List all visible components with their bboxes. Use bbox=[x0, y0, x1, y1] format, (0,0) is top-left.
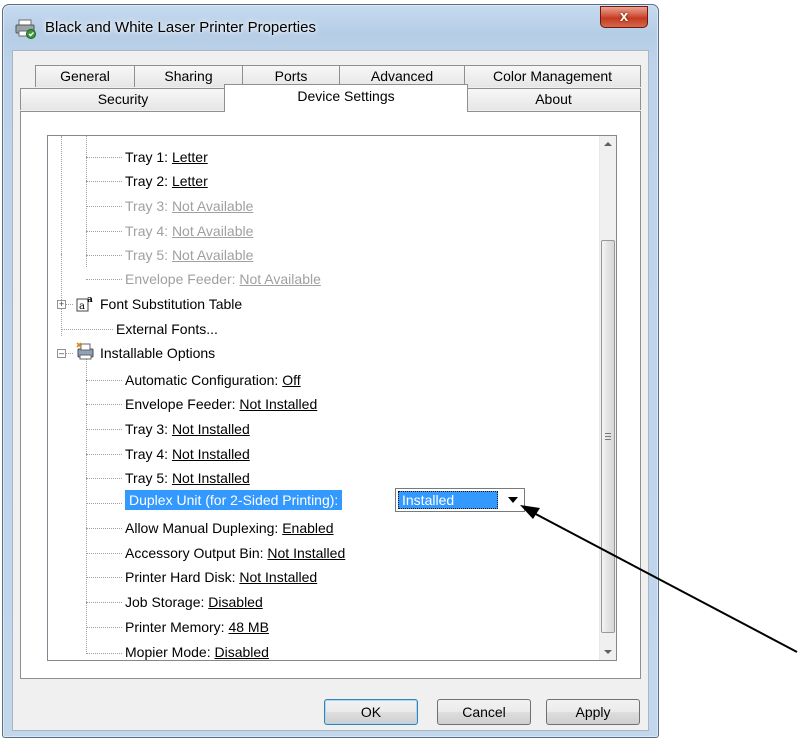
tree-item-external-fonts[interactable]: External Fonts... bbox=[116, 318, 218, 340]
tree-line bbox=[86, 279, 122, 280]
tree-line bbox=[86, 346, 87, 654]
tree-line bbox=[86, 627, 122, 628]
scroll-thumb[interactable] bbox=[601, 240, 615, 633]
option-tray4[interactable]: Tray 4: Not Installed bbox=[125, 443, 250, 465]
tree-line bbox=[86, 404, 122, 405]
grip-icon bbox=[605, 436, 611, 437]
ok-button[interactable]: OK bbox=[324, 699, 418, 725]
printer-icon bbox=[15, 19, 36, 39]
close-icon: x bbox=[619, 8, 629, 25]
dropdown-arrow-icon[interactable] bbox=[508, 497, 518, 503]
vertical-scrollbar[interactable] bbox=[599, 136, 616, 660]
collapse-icon[interactable]: – bbox=[57, 349, 66, 358]
tab-security[interactable]: Security bbox=[20, 88, 226, 110]
tab-general[interactable]: General bbox=[35, 65, 135, 87]
tree-item-installable-options[interactable]: Installable Options bbox=[100, 342, 215, 364]
tree-line bbox=[86, 553, 122, 554]
scroll-up-button[interactable] bbox=[600, 136, 616, 153]
svg-text:a: a bbox=[79, 301, 85, 312]
tree-line bbox=[61, 329, 113, 330]
tree-item-tray1[interactable]: Tray 1: Letter bbox=[125, 146, 208, 168]
option-allow-manual-duplexing[interactable]: Allow Manual Duplexing: Enabled bbox=[125, 517, 334, 539]
tree-line bbox=[86, 653, 122, 654]
tree-line bbox=[61, 136, 62, 254]
scroll-down-button[interactable] bbox=[600, 643, 616, 660]
tree-item-envelope-feeder: Envelope Feeder: Not Available bbox=[125, 271, 321, 287]
tree-line bbox=[86, 478, 122, 479]
option-job-storage[interactable]: Job Storage: Disabled bbox=[125, 591, 263, 613]
option-printer-memory[interactable]: Printer Memory: 48 MB bbox=[125, 616, 269, 638]
tree-line bbox=[86, 136, 87, 267]
option-tray5[interactable]: Tray 5: Not Installed bbox=[125, 467, 250, 489]
tree-line bbox=[86, 577, 122, 578]
tree-line bbox=[86, 181, 122, 182]
arrow-down-icon bbox=[604, 650, 612, 654]
tree-line bbox=[86, 454, 122, 455]
settings-tree[interactable]: Tray 1: Letter Tray 2: Letter Tray 3: No… bbox=[47, 135, 617, 661]
tree-line bbox=[86, 503, 122, 504]
font-table-icon: a a bbox=[76, 295, 93, 312]
option-duplex-unit[interactable]: Duplex Unit (for 2-Sided Printing): bbox=[125, 489, 343, 511]
tab-color-management[interactable]: Color Management bbox=[464, 65, 641, 87]
option-printer-hard-disk[interactable]: Printer Hard Disk: Not Installed bbox=[125, 566, 317, 588]
tab-device-settings[interactable]: Device Settings bbox=[224, 84, 468, 112]
option-mopier-mode[interactable]: Mopier Mode: Disabled bbox=[125, 641, 269, 660]
option-automatic-configuration[interactable]: Automatic Configuration: Off bbox=[125, 369, 301, 391]
tree-item-tray5: Tray 5: Not Available bbox=[125, 247, 254, 263]
tree-item-tray3: Tray 3: Not Available bbox=[125, 198, 254, 214]
tree-line bbox=[86, 602, 122, 603]
tree-line bbox=[86, 206, 122, 207]
tree-line bbox=[86, 380, 122, 381]
tray2-value[interactable]: Letter bbox=[172, 173, 208, 189]
duplex-unit-dropdown[interactable]: Installed bbox=[395, 488, 525, 512]
tree-line bbox=[86, 528, 122, 529]
grip-icon bbox=[605, 433, 611, 434]
device-settings-panel: Tray 1: Letter Tray 2: Letter Tray 3: No… bbox=[20, 111, 641, 679]
tree-item-font-substitution[interactable]: Font Substitution Table bbox=[100, 293, 242, 315]
tab-about[interactable]: About bbox=[466, 88, 641, 110]
cancel-button[interactable]: Cancel bbox=[437, 699, 531, 725]
tray1-value[interactable]: Letter bbox=[172, 149, 208, 165]
installable-options-icon bbox=[76, 342, 94, 360]
close-button[interactable]: x bbox=[600, 6, 648, 28]
tree-item-tray4: Tray 4: Not Available bbox=[125, 223, 254, 239]
dialog-client-area: General Sharing Ports Advanced Color Man… bbox=[12, 50, 649, 731]
title-bar[interactable]: Black and White Laser Printer Properties… bbox=[3, 5, 658, 45]
grip-icon bbox=[605, 439, 611, 440]
arrow-up-icon bbox=[604, 142, 612, 146]
tree-item-tray2[interactable]: Tray 2: Letter bbox=[125, 170, 208, 192]
tree-line bbox=[86, 429, 122, 430]
option-tray3[interactable]: Tray 3: Not Installed bbox=[125, 418, 250, 440]
tree-line bbox=[86, 157, 122, 158]
apply-button[interactable]: Apply bbox=[546, 699, 640, 725]
svg-text:a: a bbox=[87, 295, 93, 305]
window-title: Black and White Laser Printer Properties bbox=[45, 19, 316, 36]
expand-icon[interactable]: + bbox=[57, 300, 66, 309]
tree-line bbox=[86, 255, 122, 256]
duplex-unit-selected-value: Installed bbox=[398, 491, 498, 509]
tree-line bbox=[61, 254, 62, 336]
printer-properties-window: Black and White Laser Printer Properties… bbox=[2, 4, 659, 738]
option-envelope-feeder[interactable]: Envelope Feeder: Not Installed bbox=[125, 393, 317, 415]
tree-line bbox=[86, 231, 122, 232]
option-accessory-output-bin[interactable]: Accessory Output Bin: Not Installed bbox=[125, 542, 345, 564]
